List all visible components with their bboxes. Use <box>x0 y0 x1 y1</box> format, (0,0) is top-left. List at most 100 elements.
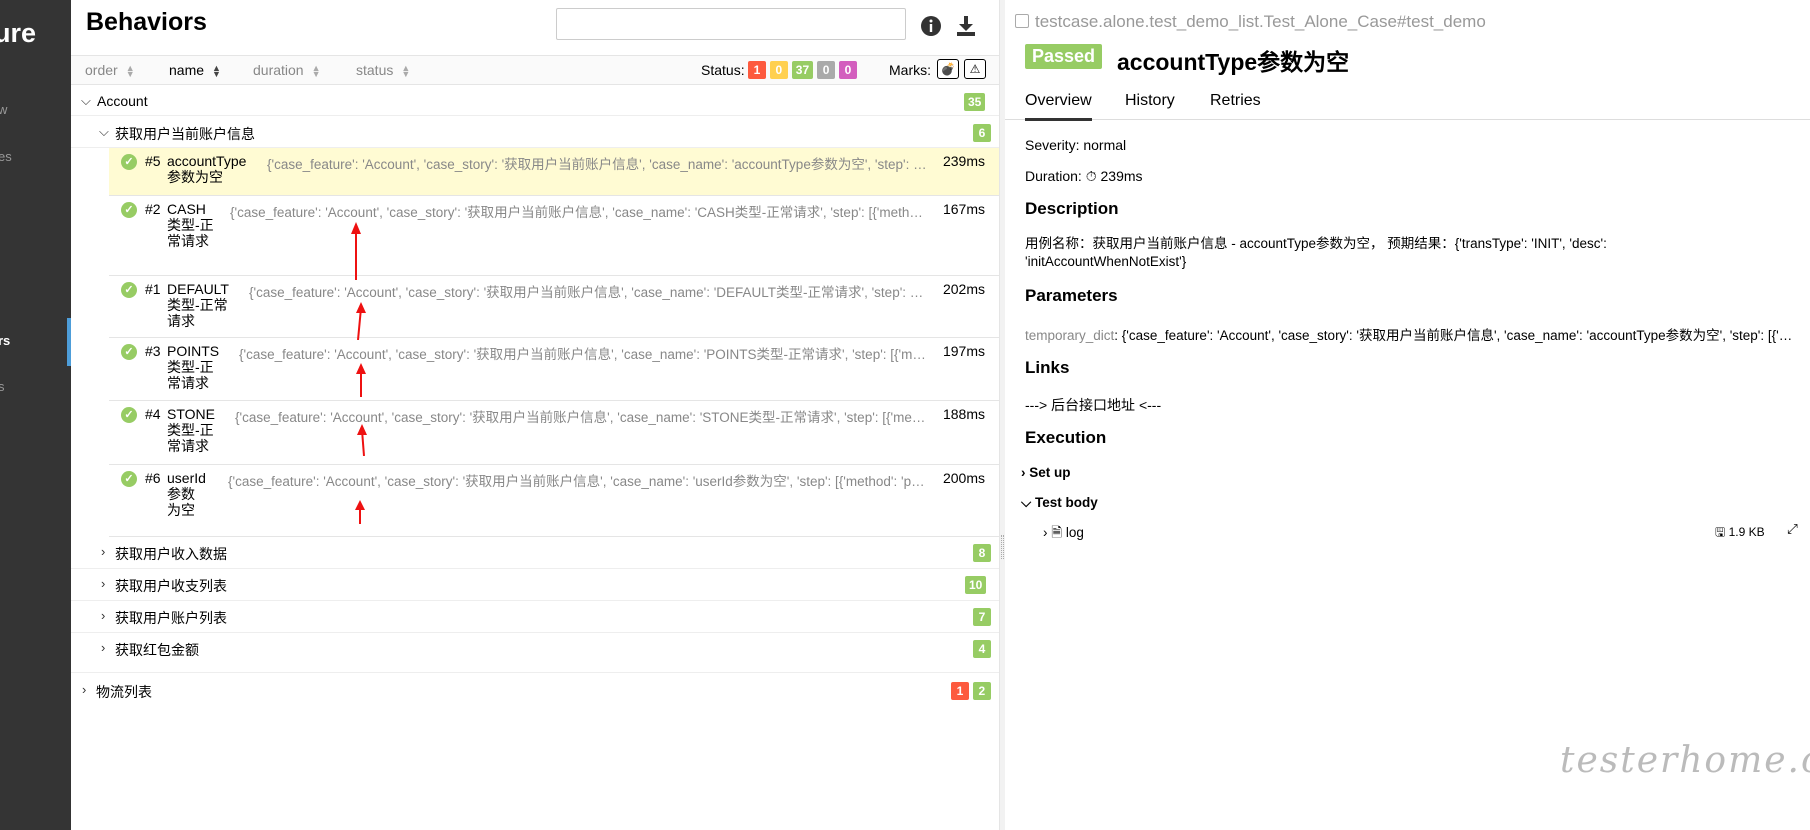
chevron-right-icon: › <box>101 608 106 623</box>
chevron-down-icon: ⌵ <box>81 93 91 108</box>
group-label: 物流列表 <box>96 684 152 700</box>
status-broken-toggle[interactable]: 0 <box>769 61 788 79</box>
case-name: STONE类型-正常请求 <box>167 406 215 454</box>
test-case-row[interactable]: ✓ #4 STONE类型-正常请求 {'case_feature': 'Acco… <box>109 401 999 465</box>
chevron-down-icon: ⌵ <box>99 124 109 139</box>
page-title: Behaviors <box>86 8 207 36</box>
passed-icon: ✓ <box>121 471 137 487</box>
story-label: 获取用户账户列表 <box>115 610 227 626</box>
group-failed-count: 1 <box>951 682 969 700</box>
status-unknown-toggle[interactable]: 0 <box>838 61 857 79</box>
tree-story[interactable]: › 获取用户收入数据 8 <box>71 537 999 569</box>
test-case-row[interactable]: ✓ #3 POINTS类型-正常请求 {'case_feature': 'Acc… <box>109 338 999 401</box>
chevron-right-icon: › <box>101 576 106 591</box>
case-params: {'case_feature': 'Account', 'case_story'… <box>230 205 927 220</box>
sort-bar: order ▲ ▼ name ▲ ▼ duration ▲ ▼ status ▲ ▼ Statu… <box>71 55 999 85</box>
attachment-size: 🖫 1.9 KB <box>1715 525 1765 539</box>
copy-icon[interactable] <box>1015 14 1029 28</box>
story-count: 10 <box>965 576 987 594</box>
status-passed-toggle[interactable]: 37 <box>791 61 814 79</box>
sort-status[interactable]: status ▲ ▼ <box>356 62 410 79</box>
annotation-arrow-icon <box>355 500 365 524</box>
parameter-key: temporary_dict <box>1025 328 1115 343</box>
flaky-icon[interactable]: 💣 <box>937 59 959 79</box>
tree-pane: Behaviors order ▲ ▼ name ▲ ▼ duration ▲ ▼ stat… <box>71 0 1005 830</box>
annotation-arrow-icon <box>356 363 366 397</box>
attachment-log[interactable]: › 🗎 log <box>1043 523 1084 546</box>
test-case-row[interactable]: ✓ #6 userId参数为空 {'case_feature': 'Accoun… <box>109 465 999 537</box>
link[interactable]: ---> 后台接口地址 <--- <box>1025 395 1161 415</box>
story-label: 获取用户收入数据 <box>115 546 227 562</box>
parameter-row: temporary_dict: {'case_feature': 'Accoun… <box>1025 324 1800 344</box>
status-filter-label: Status: <box>701 62 745 78</box>
tree-group-logistics[interactable]: › 物流列表 1 2 <box>71 673 999 709</box>
case-duration: 200ms <box>942 470 985 486</box>
tree-story[interactable]: ⌵ 获取用户当前账户信息 6 <box>71 118 999 148</box>
case-name: userId参数为空 <box>167 470 206 518</box>
chevron-right-icon: › <box>82 682 87 697</box>
description-heading: Description <box>1025 199 1119 218</box>
case-number: #2 <box>145 201 161 217</box>
tab-overview[interactable]: Overview <box>1025 92 1092 121</box>
status-failed-toggle[interactable]: 1 <box>748 61 766 79</box>
tree-story[interactable]: › 获取红包金额 4 <box>71 633 999 673</box>
tab-history[interactable]: History <box>1125 92 1175 110</box>
sidebar-item-behaviors[interactable]: rs <box>0 333 10 348</box>
file-icon: 🗎 <box>1051 525 1066 540</box>
passed-icon: ✓ <box>121 282 137 298</box>
annotation-arrow-icon <box>357 424 367 456</box>
duration: Duration: ⏱ 239ms <box>1025 168 1143 184</box>
sort-order[interactable]: order ▲ ▼ <box>85 62 135 79</box>
links-heading: Links <box>1025 358 1070 377</box>
story-count: 6 <box>973 124 991 142</box>
sidebar-item-overview[interactable]: w <box>0 102 7 117</box>
info-icon[interactable] <box>919 14 943 38</box>
download-icon[interactable] <box>954 14 978 38</box>
annotation-arrow-icon <box>356 302 366 340</box>
setup-section[interactable]: › Set up <box>1021 465 1071 480</box>
test-case-row[interactable]: ✓ #5 accountType参数为空 {'case_feature': 'A… <box>109 148 999 196</box>
tab-retries[interactable]: Retries <box>1210 92 1261 110</box>
case-duration: 239ms <box>942 153 985 169</box>
test-case-row[interactable]: ✓ #2 CASH类型-正常请求 {'case_feature': 'Accou… <box>109 196 999 276</box>
execution-heading: Execution <box>1025 428 1107 447</box>
test-case-row[interactable]: ✓ #1 DEFAULT类型-正常请求 {'case_feature': 'Ac… <box>109 276 999 338</box>
description-text: 用例名称：获取用户当前账户信息 - accountType参数为空， 预期结果：… <box>1025 236 1607 269</box>
sidebar-item-packages[interactable]: s <box>0 379 5 394</box>
case-number: #1 <box>145 281 161 297</box>
case-params: {'case_feature': 'Account', 'case_story'… <box>267 157 927 172</box>
case-duration: 202ms <box>942 281 985 297</box>
app-sidebar: ure w es rs s <box>0 0 71 830</box>
case-params: {'case_feature': 'Account', 'case_story'… <box>228 474 927 489</box>
chevron-right-icon: › <box>1021 465 1030 480</box>
case-name: DEFAULT类型-正常请求 <box>167 281 229 329</box>
case-number: #6 <box>145 470 161 486</box>
group-count: 35 <box>964 93 986 111</box>
case-params: {'case_feature': 'Account', 'case_story'… <box>249 285 927 300</box>
case-name: POINTS类型-正常请求 <box>167 343 220 391</box>
app-logo: ure <box>0 18 37 48</box>
test-full-path[interactable]: testcase.alone.test_demo_list.Test_Alone… <box>1015 12 1486 32</box>
sort-duration[interactable]: duration ▲ ▼ <box>253 62 321 79</box>
chevron-down-icon: ⌵ <box>1021 495 1035 510</box>
tree-group-account[interactable]: ⌵ Account 35 <box>71 88 999 116</box>
story-label: 获取用户收支列表 <box>115 578 227 594</box>
warning-icon[interactable]: ⚠ <box>964 59 986 79</box>
tree-story[interactable]: › 获取用户收支列表 10 <box>71 569 999 601</box>
severity: Severity: normal <box>1025 137 1127 153</box>
case-duration: 167ms <box>942 201 985 217</box>
marks-label: Marks: <box>889 62 931 78</box>
tree-story[interactable]: › 获取用户账户列表 7 <box>71 601 999 633</box>
search-input[interactable] <box>556 8 906 40</box>
passed-icon: ✓ <box>121 202 137 218</box>
test-body-section[interactable]: ⌵ Test body <box>1021 495 1098 511</box>
status-skipped-toggle[interactable]: 0 <box>817 61 836 79</box>
passed-icon: ✓ <box>121 344 137 360</box>
watermark: testerhome.com <box>1560 740 1810 781</box>
sort-name[interactable]: name ▲ ▼ <box>169 62 221 79</box>
status-filter: 1 0 37 0 0 <box>748 61 857 79</box>
sidebar-item-categories[interactable]: es <box>0 149 12 164</box>
group-passed-count: 2 <box>972 682 991 700</box>
expand-icon[interactable]: ⤢ <box>1787 521 1798 537</box>
story-count: 4 <box>973 640 991 658</box>
